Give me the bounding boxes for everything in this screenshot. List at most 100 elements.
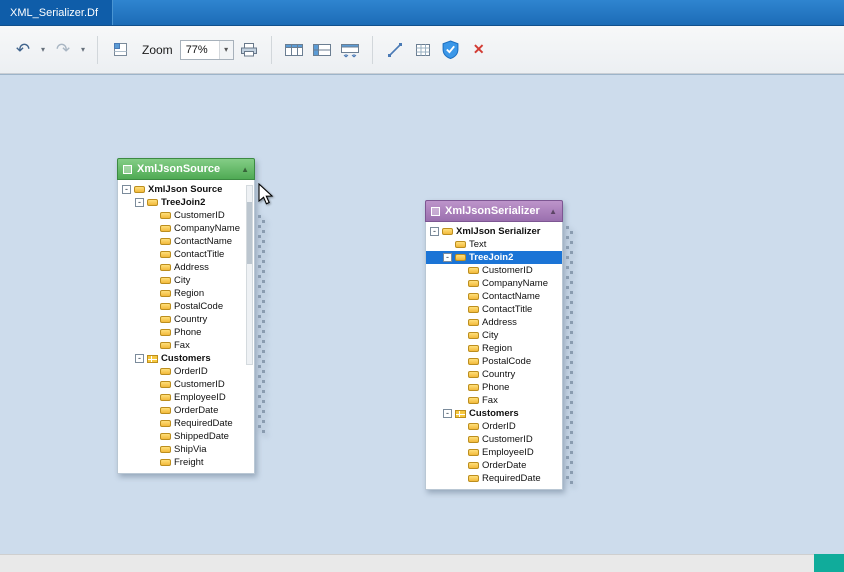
print-button[interactable] <box>236 37 262 63</box>
tree-node[interactable]: ContactTitle <box>426 303 562 316</box>
tree-node[interactable]: Address <box>118 261 254 274</box>
validate-button[interactable] <box>438 37 464 63</box>
collapse-expander-icon[interactable]: - <box>122 185 131 194</box>
collapse-expander-icon[interactable]: - <box>430 227 439 236</box>
tree-node[interactable]: CustomerID <box>118 378 254 391</box>
tree-node[interactable]: Text <box>426 238 562 251</box>
merged-view-icon <box>312 42 332 58</box>
tree-node[interactable]: Country <box>426 368 562 381</box>
tree-node[interactable]: CustomerID <box>426 433 562 446</box>
output-connector-strip[interactable] <box>257 215 266 434</box>
mapping-canvas[interactable]: XmlJsonSource ▲ -XmlJson Source-TreeJoin… <box>0 74 844 554</box>
scrollbar-thumb[interactable] <box>247 202 252 264</box>
field-tag-icon <box>160 316 171 323</box>
tree-node-label: Customers <box>161 352 211 365</box>
tree-node[interactable]: PostalCode <box>118 300 254 313</box>
tree-node-label: ShipVia <box>174 443 207 456</box>
tree-node[interactable]: ContactName <box>118 235 254 248</box>
collapse-expander-icon[interactable]: - <box>135 354 144 363</box>
remove-button[interactable]: ✕ <box>466 37 492 63</box>
tree-node[interactable]: EmployeeID <box>118 391 254 404</box>
tree-node[interactable]: EmployeeID <box>426 446 562 459</box>
tree-node[interactable]: Fax <box>426 394 562 407</box>
serializer-component[interactable]: XmlJsonSerializer ▲ -XmlJson SerializerT… <box>425 200 563 490</box>
tree-node[interactable]: Address <box>426 316 562 329</box>
tree-node[interactable]: ShipVia <box>118 443 254 456</box>
tree-node-label: OrderDate <box>174 404 218 417</box>
split-view-button[interactable] <box>337 37 363 63</box>
tree-node[interactable]: CompanyName <box>426 277 562 290</box>
redo-button[interactable]: ↷ <box>50 37 76 63</box>
tree-node-label: PostalCode <box>482 355 531 368</box>
zoom-dropdown-caret[interactable]: ▾ <box>219 41 233 59</box>
tree-node[interactable]: Region <box>118 287 254 300</box>
tree-node[interactable]: -TreeJoin2 <box>118 196 254 209</box>
tree-node[interactable]: City <box>118 274 254 287</box>
tree-node[interactable]: RequiredDate <box>118 417 254 430</box>
merged-view-button[interactable] <box>309 37 335 63</box>
tree-node[interactable]: -XmlJson Serializer <box>426 225 562 238</box>
field-tag-icon <box>468 462 479 469</box>
split-view-icon <box>340 42 360 58</box>
tree-node[interactable]: Region <box>426 342 562 355</box>
field-tag-icon <box>160 251 171 258</box>
collapse-icon[interactable]: ▲ <box>241 165 249 174</box>
zoom-combobox[interactable]: 77% ▾ <box>180 40 234 60</box>
validate-shield-icon <box>442 40 459 59</box>
output-connector-strip[interactable] <box>565 226 574 484</box>
tree-node[interactable]: -XmlJson Source <box>118 183 254 196</box>
field-tag-icon <box>455 241 466 248</box>
tree-node[interactable]: -Customers <box>426 407 562 420</box>
field-tag-icon <box>160 264 171 271</box>
tree-node[interactable]: ContactTitle <box>118 248 254 261</box>
tree-node[interactable]: OrderDate <box>426 459 562 472</box>
collapse-expander-icon[interactable]: - <box>443 409 452 418</box>
document-tab[interactable]: XML_Serializer.Df <box>0 0 113 25</box>
tree-node[interactable]: - Customers <box>118 352 254 365</box>
collapse-icon[interactable]: ▲ <box>549 207 557 216</box>
field-tag-icon <box>468 358 479 365</box>
undo-dropdown-caret[interactable]: ▾ <box>38 45 48 54</box>
tree-node[interactable]: ContactName <box>426 290 562 303</box>
expander-spacer <box>456 318 465 327</box>
source-component[interactable]: XmlJsonSource ▲ -XmlJson Source-TreeJoin… <box>117 158 255 474</box>
tree-node[interactable]: -TreeJoin2 <box>426 251 562 264</box>
tree-node[interactable]: Fax <box>118 339 254 352</box>
page-setup-button[interactable] <box>107 37 133 63</box>
tree-node[interactable]: Freight <box>118 456 254 469</box>
field-tag-icon <box>160 303 171 310</box>
field-tag-icon <box>468 306 479 313</box>
toolbar-separator <box>271 36 272 64</box>
tree-node[interactable]: Phone <box>426 381 562 394</box>
tree-node[interactable]: Country <box>118 313 254 326</box>
undo-button[interactable]: ↶ <box>10 37 36 63</box>
tree-node[interactable]: RequiredDate <box>426 472 562 485</box>
collapse-expander-icon[interactable]: - <box>443 253 452 262</box>
expander-spacer <box>148 211 157 220</box>
source-component-header[interactable]: XmlJsonSource ▲ <box>117 158 255 180</box>
grid-button[interactable] <box>410 37 436 63</box>
tree-node[interactable]: PostalCode <box>426 355 562 368</box>
collapse-expander-icon[interactable]: - <box>135 198 144 207</box>
tree-node[interactable]: OrderDate <box>118 404 254 417</box>
tree-node[interactable]: CustomerID <box>118 209 254 222</box>
field-tag-icon <box>468 371 479 378</box>
tree-node-label: OrderDate <box>482 459 526 472</box>
tree-scrollbar[interactable] <box>246 185 253 365</box>
tree-node-label: CustomerID <box>482 433 533 446</box>
tree-node[interactable]: Phone <box>118 326 254 339</box>
draw-connection-button[interactable] <box>382 37 408 63</box>
tree-node[interactable]: OrderID <box>118 365 254 378</box>
tree-node[interactable]: CompanyName <box>118 222 254 235</box>
table-view-button[interactable] <box>281 37 307 63</box>
tree-node-label: CustomerID <box>174 378 225 391</box>
expander-spacer <box>456 279 465 288</box>
serializer-component-header[interactable]: XmlJsonSerializer ▲ <box>425 200 563 222</box>
tree-node[interactable]: City <box>426 329 562 342</box>
tree-node[interactable]: OrderID <box>426 420 562 433</box>
tree-node[interactable]: ShippedDate <box>118 430 254 443</box>
tree-node-label: RequiredDate <box>174 417 233 430</box>
tree-node[interactable]: CustomerID <box>426 264 562 277</box>
expander-spacer <box>148 315 157 324</box>
redo-dropdown-caret[interactable]: ▾ <box>78 45 88 54</box>
